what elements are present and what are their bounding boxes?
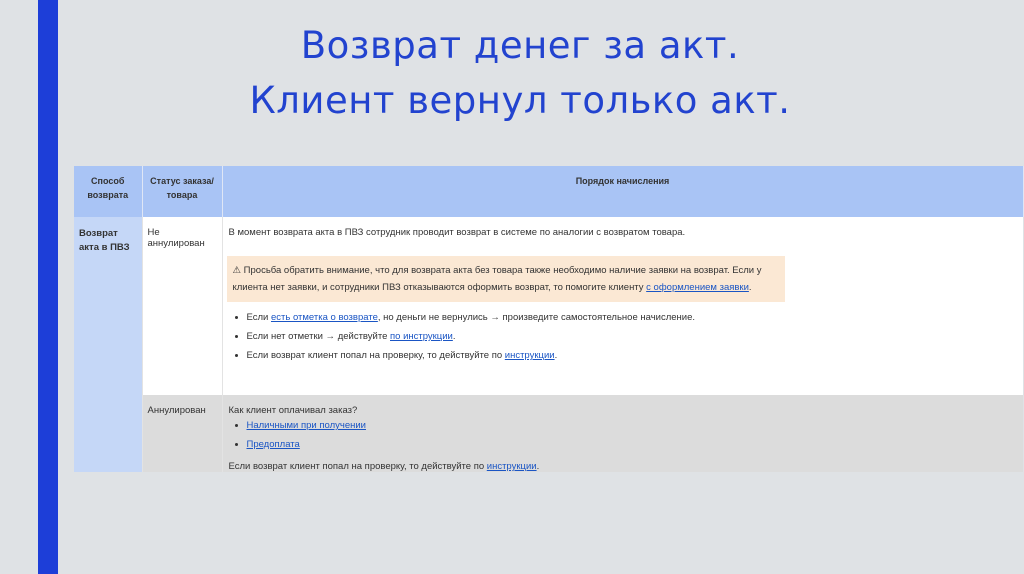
return-procedure-table: Способ возврата Статус заказа/ товара По… [74, 166, 1024, 472]
check-instruction-link-2[interactable]: инструкции [487, 461, 537, 472]
bullet-text: . [452, 331, 456, 342]
warning-icon: ⚠ [232, 265, 242, 276]
check-instruction-link[interactable]: инструкции [505, 350, 555, 361]
bullet-text: Если [246, 312, 271, 323]
table-row: Аннулирован Как клиент оплачивал заказ? … [74, 395, 1023, 472]
cell-status-cancelled: Аннулирован [141, 395, 223, 472]
cell-return-method: Возврат акта в ПВЗ [74, 217, 142, 472]
table-header-row: Способ возврата Статус заказа/ товара По… [74, 166, 1024, 217]
list-item: Наличными при получении [247, 420, 1018, 432]
cell-procedure-cancelled: Как клиент оплачивал заказ? Наличными пр… [222, 395, 1023, 472]
return-mark-link[interactable]: есть отметка о возврате [271, 312, 378, 323]
bullet-text: . [554, 350, 558, 361]
cash-on-delivery-link[interactable]: Наличными при получении [247, 420, 366, 431]
procedure-bullets: Если есть отметка о возврате, но деньги … [229, 312, 1018, 362]
slide-title: Возврат денег за акт. Клиент вернул толь… [200, 18, 840, 128]
prepayment-link[interactable]: Предоплата [247, 439, 300, 450]
left-accent-bar [38, 0, 58, 574]
bullet-text: Если нет отметки → действуйте [246, 331, 390, 342]
payment-options: Наличными при получении Предоплата [229, 420, 1018, 451]
header-accrual-procedure: Порядок начисления [222, 166, 1024, 217]
header-order-status: Статус заказа/ товара [142, 166, 223, 217]
cell-procedure-not-cancelled: В момент возврата акта в ПВЗ сотрудник п… [222, 217, 1023, 395]
bullet-text: Если возврат клиент попал на проверку, т… [246, 350, 505, 361]
list-item: Если нет отметки → действуйте по инструк… [247, 331, 1018, 343]
notice-period: . [748, 282, 752, 293]
bullet-text: , но деньги не вернулись → произведите с… [377, 312, 695, 323]
table-row: Возврат акта в ПВЗ Не аннулирован В моме… [74, 217, 1023, 472]
cell-status-not-cancelled: Не аннулирован [141, 217, 223, 395]
application-form-link[interactable]: с оформлением заявки [646, 282, 749, 293]
list-item: Если возврат клиент попал на проверку, т… [247, 350, 1018, 362]
note-text: . [536, 461, 540, 472]
title-line-1: Возврат денег за акт. [300, 24, 740, 67]
procedure-intro: В момент возврата акта в ПВЗ сотрудник п… [228, 227, 686, 238]
header-return-method: Способ возврата [74, 166, 143, 217]
payment-question: Как клиент оплачивал заказ? [228, 405, 358, 416]
warning-notice: ⚠ Просьба обратить внимание, что для воз… [226, 256, 785, 302]
instruction-link[interactable]: по инструкции [390, 331, 453, 342]
note-text: Если возврат клиент попал на проверку, т… [228, 461, 487, 472]
list-item: Если есть отметка о возврате, но деньги … [247, 312, 1018, 324]
title-line-2: Клиент вернул только акт. [249, 79, 791, 122]
list-item: Предоплата [247, 439, 1018, 451]
check-note: Если возврат клиент попал на проверку, т… [229, 461, 1018, 472]
